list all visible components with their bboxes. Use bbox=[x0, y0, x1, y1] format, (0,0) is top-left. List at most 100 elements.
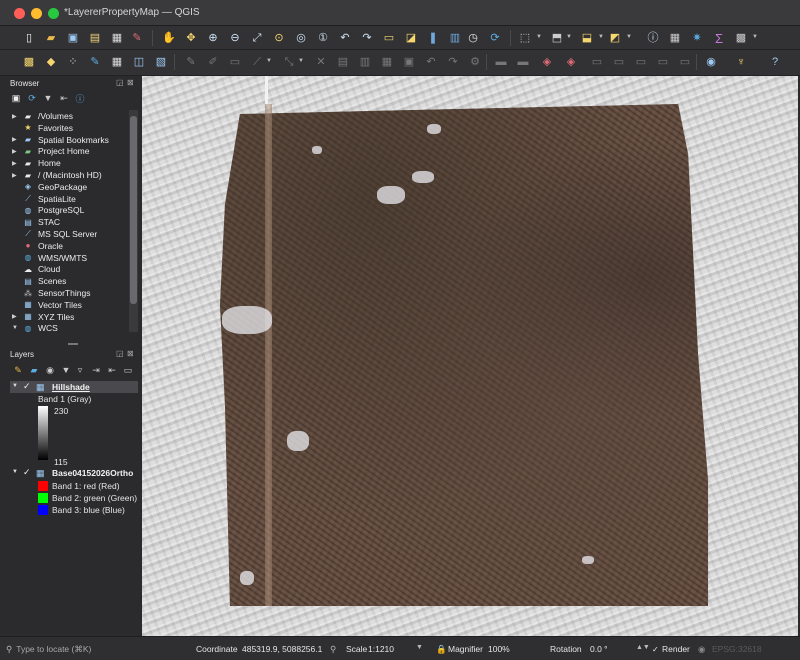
modify-attributes-icon[interactable]: ⤡ bbox=[280, 53, 298, 71]
collapse-all-icon[interactable]: ⇤ bbox=[58, 92, 70, 104]
filter-icon[interactable]: ▼ bbox=[42, 92, 54, 104]
digitize-icon[interactable]: ⁘ bbox=[64, 53, 82, 71]
browser-item[interactable]: ▶ ▰ Home bbox=[12, 157, 61, 169]
messages-icon[interactable]: ◉ bbox=[698, 644, 705, 655]
browser-item[interactable]: ▶ ▦ XYZ Tiles bbox=[12, 311, 74, 323]
show-bookmarks-icon[interactable]: ▥ bbox=[446, 29, 464, 47]
chevron-down-icon[interactable]: ▼ bbox=[566, 34, 572, 40]
expand-arrow-icon[interactable]: ▶ bbox=[12, 313, 20, 320]
visibility-checkbox[interactable]: ✓ bbox=[23, 467, 31, 478]
label-move-icon[interactable]: ▭ bbox=[588, 53, 606, 71]
window-maximize-button[interactable] bbox=[48, 8, 59, 19]
rotation-value[interactable]: 0.0 ° bbox=[590, 644, 608, 654]
coordinate-value[interactable]: 485319.9, 5088256.1 bbox=[242, 644, 322, 654]
statistics-icon[interactable]: Σ bbox=[710, 29, 728, 47]
browser-scrollbar[interactable] bbox=[129, 110, 138, 332]
data-source-manager-icon[interactable]: ▩ bbox=[20, 53, 38, 71]
add-raster-icon[interactable]: ▦ bbox=[108, 53, 126, 71]
expand-arrow-icon[interactable]: ▼ bbox=[12, 325, 20, 331]
chevron-down-icon[interactable]: ▼ bbox=[626, 34, 632, 40]
browser-item[interactable]: ⁂ SensorThings bbox=[12, 287, 90, 299]
label-change-icon[interactable]: ▭ bbox=[632, 53, 650, 71]
digitizing-options-icon[interactable]: ⚙ bbox=[466, 53, 484, 71]
style-manager-icon[interactable]: ✎ bbox=[128, 29, 146, 47]
new-layer-icon[interactable]: ◆ bbox=[42, 53, 60, 71]
visibility-checkbox[interactable]: ✓ bbox=[23, 381, 31, 392]
browser-item[interactable]: ▶ ▰ / (Macintosh HD) bbox=[12, 169, 102, 181]
pan-map-icon[interactable]: ✋ bbox=[160, 29, 178, 47]
attribute-table-icon[interactable]: ▦ bbox=[666, 29, 684, 47]
expand-arrow-icon[interactable]: ▶ bbox=[12, 148, 20, 155]
browser-item[interactable]: ⟋ SpatiaLite bbox=[12, 193, 76, 205]
new-bookmark-icon[interactable]: ❚ bbox=[424, 29, 442, 47]
add-mesh-icon[interactable]: ◫ bbox=[130, 53, 148, 71]
window-minimize-button[interactable] bbox=[31, 8, 42, 19]
clipboard-icon[interactable]: ▣ bbox=[400, 53, 418, 71]
refresh-icon[interactable]: ⟳ bbox=[26, 92, 38, 104]
deselect-all-icon[interactable]: ⬓ bbox=[578, 29, 596, 47]
zoom-selection-icon[interactable]: ⊙ bbox=[270, 29, 288, 47]
browser-item[interactable]: ☁ Cloud bbox=[12, 263, 60, 275]
add-feature-icon[interactable]: ▭ bbox=[226, 53, 244, 71]
collapse-all-icon[interactable]: ⇤ bbox=[106, 364, 118, 376]
undo-icon[interactable]: ↶ bbox=[422, 53, 440, 71]
scale-value[interactable]: 1:1210 bbox=[368, 644, 394, 654]
panel-float-icon[interactable]: ◲ bbox=[116, 78, 124, 87]
browser-item[interactable]: ▦ Vector Tiles bbox=[12, 299, 82, 311]
filter-expression-icon[interactable]: ▿ bbox=[74, 364, 86, 376]
vertex-tool-icon[interactable]: ⟋ bbox=[248, 53, 266, 71]
browser-item[interactable]: ◍ WMS/WMTS bbox=[12, 252, 88, 264]
filter-legend-icon[interactable]: ▼ bbox=[60, 364, 72, 376]
browser-item[interactable]: ▶ ▰ Project Home bbox=[12, 145, 90, 157]
manage-visibility-icon[interactable]: ◉ bbox=[44, 364, 56, 376]
expand-arrow-icon[interactable]: ▶ bbox=[12, 113, 20, 120]
chevron-down-icon[interactable]: ▼ bbox=[266, 58, 272, 64]
add-virtual-layer-icon[interactable]: ▧ bbox=[152, 53, 170, 71]
zoom-out-icon[interactable]: ⊖ bbox=[226, 29, 244, 47]
python-console-icon[interactable]: ♆ bbox=[732, 53, 750, 71]
layer-row-ortho[interactable]: ▼ ✓ ▦ Base04152026Ortho bbox=[10, 467, 138, 479]
scroll-thumb[interactable] bbox=[130, 116, 137, 304]
crs-label[interactable]: EPSG:32618 bbox=[712, 644, 762, 654]
properties-icon[interactable]: ⓘ bbox=[74, 92, 86, 104]
delete-selected-icon[interactable]: ✕ bbox=[312, 53, 330, 71]
expand-arrow-icon[interactable]: ▶ bbox=[12, 160, 20, 167]
zoom-layer-icon[interactable]: ◎ bbox=[292, 29, 310, 47]
toggle-editing-icon[interactable]: ✎ bbox=[182, 53, 200, 71]
paste-features-icon[interactable]: ▦ bbox=[378, 53, 396, 71]
chevron-down-icon[interactable]: ▼ bbox=[298, 58, 304, 64]
panel-close-icon[interactable]: ⊠ bbox=[127, 349, 134, 358]
label-tool-icon[interactable]: ▬ bbox=[492, 53, 510, 71]
select-features-icon[interactable]: ⬚ bbox=[516, 29, 534, 47]
lock-scale-icon[interactable]: 🔒 bbox=[436, 644, 447, 655]
help-icon[interactable]: ? bbox=[766, 53, 784, 71]
new-print-layout-icon[interactable]: ▤ bbox=[86, 29, 104, 47]
panel-close-icon[interactable]: ⊠ bbox=[127, 78, 134, 87]
layer-row-hillshade[interactable]: ▼ ✓ ▦ Hillshade bbox=[10, 381, 138, 393]
browser-item[interactable]: ◍ PostgreSQL bbox=[12, 204, 85, 216]
browser-item[interactable]: ▤ STAC bbox=[12, 216, 60, 228]
save-project-icon[interactable]: ▣ bbox=[64, 29, 82, 47]
select-by-value-icon[interactable]: ⬒ bbox=[548, 29, 566, 47]
open-project-icon[interactable]: ▰ bbox=[42, 29, 60, 47]
label-pin-icon[interactable]: ▬ bbox=[514, 53, 532, 71]
add-vector-icon[interactable]: ✎ bbox=[86, 53, 104, 71]
layout-manager-icon[interactable]: ▦ bbox=[108, 29, 126, 47]
panel-float-icon[interactable]: ◲ bbox=[116, 349, 124, 358]
label-rotate-icon[interactable]: ▭ bbox=[610, 53, 628, 71]
diagram-tool-icon[interactable]: ◈ bbox=[562, 53, 580, 71]
expand-all-icon[interactable]: ⇥ bbox=[90, 364, 102, 376]
window-close-button[interactable] bbox=[14, 8, 25, 19]
extent-toggle-icon[interactable]: ⚲ bbox=[330, 644, 336, 655]
zoom-next-icon[interactable]: ↷ bbox=[358, 29, 376, 47]
settings-icon[interactable]: ✷ bbox=[688, 29, 706, 47]
style-layer-icon[interactable]: ✎ bbox=[12, 364, 24, 376]
redo-icon[interactable]: ↷ bbox=[444, 53, 462, 71]
measure-icon[interactable]: ▩ bbox=[732, 29, 750, 47]
add-selected-layers-icon[interactable]: ▣ bbox=[10, 92, 22, 104]
browser-item[interactable]: ★ Favorites bbox=[12, 122, 73, 134]
browser-item[interactable]: ▶ ▰ Spatial Bookmarks bbox=[12, 134, 109, 146]
chevron-down-icon[interactable]: ▼ bbox=[536, 34, 542, 40]
gps-icon[interactable]: ◉ bbox=[702, 53, 720, 71]
expand-arrow-icon[interactable]: ▶ bbox=[12, 136, 20, 143]
